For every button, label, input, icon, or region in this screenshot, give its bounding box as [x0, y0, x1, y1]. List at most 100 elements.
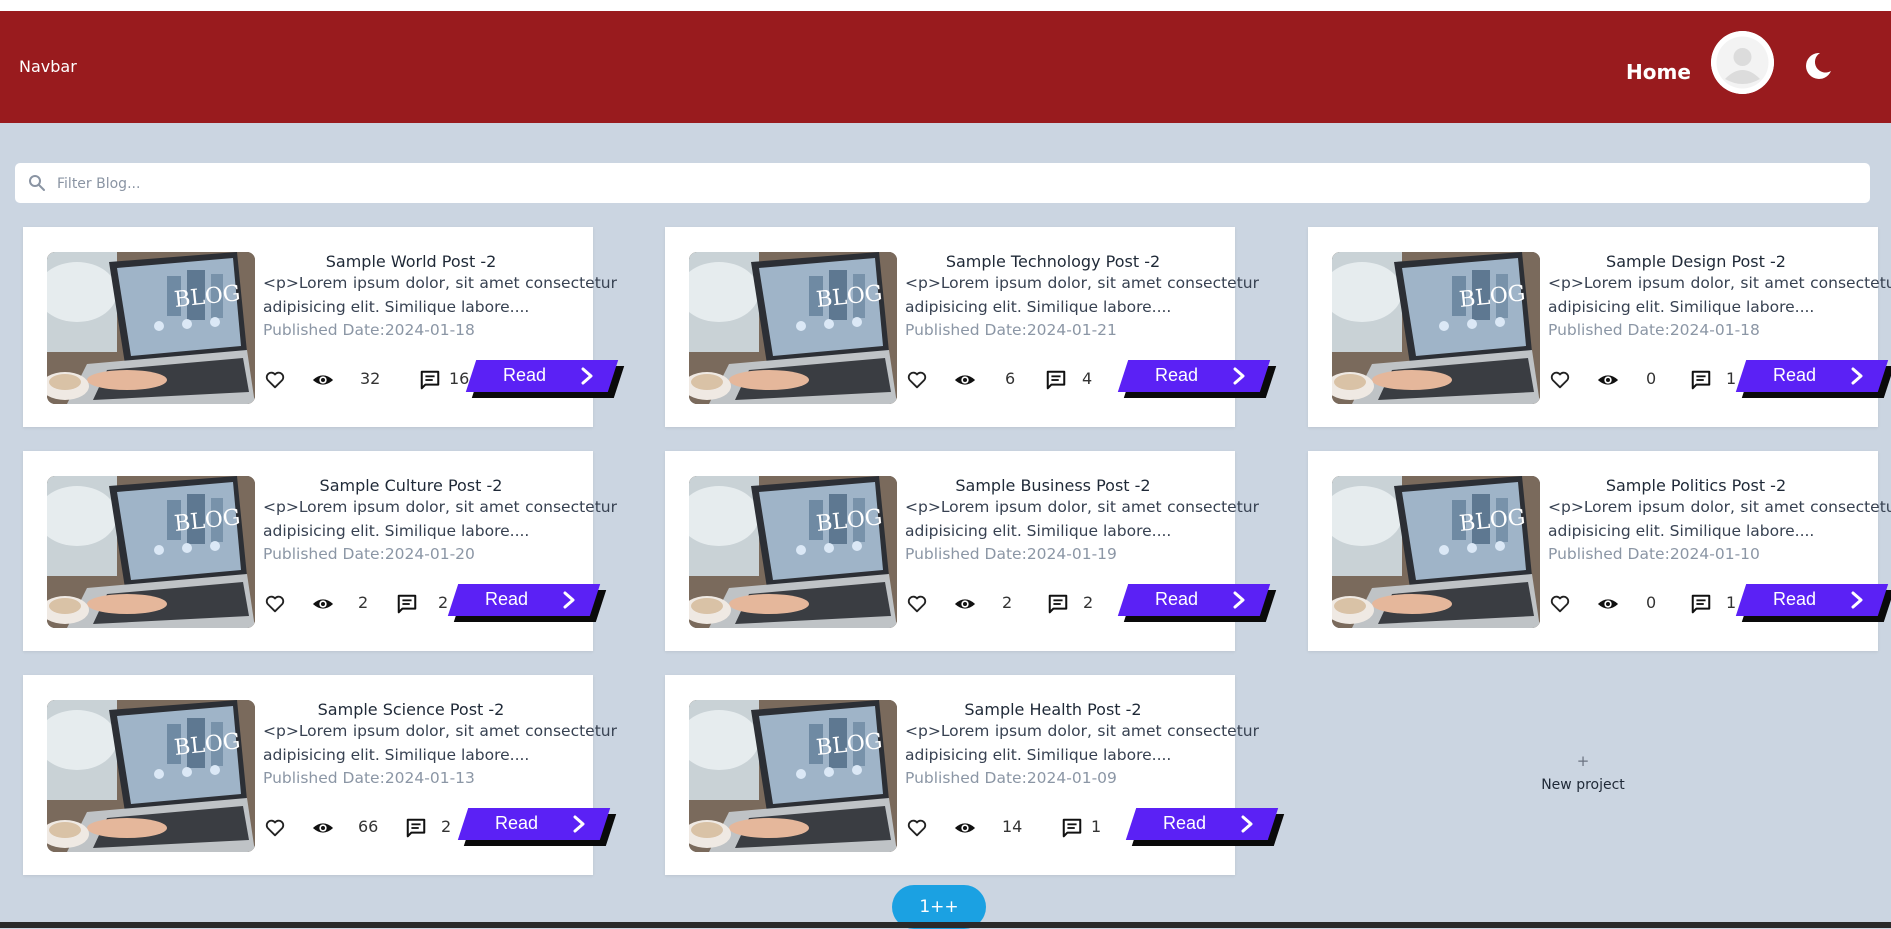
avatar-icon	[1711, 31, 1774, 94]
top-strip	[0, 0, 1891, 11]
eye-icon	[311, 817, 334, 839]
heart-icon[interactable]	[1549, 593, 1571, 615]
plus-icon: +	[1576, 752, 1590, 770]
eye-icon	[953, 369, 976, 391]
post-title[interactable]: Sample Business Post -2	[881, 476, 1225, 495]
comment-count: 1	[1091, 817, 1102, 836]
comment-icon[interactable]	[1045, 369, 1067, 391]
post-excerpt: <p>Lorem ipsum dolor, sit amet consectet…	[905, 498, 1259, 540]
eye-icon	[953, 817, 976, 839]
post-excerpt: <p>Lorem ipsum dolor, sit amet consectet…	[905, 722, 1259, 764]
navbar: Navbar Home	[0, 11, 1891, 123]
post-thumbnail[interactable]: BLOG	[1332, 476, 1540, 628]
post-excerpt: <p>Lorem ipsum dolor, sit amet consectet…	[263, 274, 617, 316]
comment-icon[interactable]	[1047, 593, 1069, 615]
read-button-label: Read	[495, 813, 539, 833]
new-project-card[interactable]: + New project	[1309, 675, 1857, 875]
eye-icon	[953, 593, 976, 615]
heart-icon[interactable]	[264, 817, 286, 839]
post-title[interactable]: Sample Design Post -2	[1524, 252, 1868, 271]
comment-count: 1	[1726, 593, 1737, 612]
search-input[interactable]	[55, 163, 1849, 205]
chevron-right-icon	[1231, 591, 1247, 609]
read-button[interactable]: Read	[457, 808, 617, 846]
read-button-label: Read	[1155, 589, 1199, 609]
eye-icon	[311, 593, 334, 615]
post-title[interactable]: Sample Science Post -2	[239, 700, 583, 719]
comment-icon[interactable]	[1061, 817, 1083, 839]
read-button-label: Read	[1773, 589, 1817, 609]
chevron-right-icon	[571, 815, 587, 833]
read-button[interactable]: Read	[1117, 584, 1277, 622]
post-title[interactable]: Sample Technology Post -2	[881, 252, 1225, 271]
chevron-right-icon	[579, 367, 595, 385]
post-date: Published Date:2024-01-18	[1548, 321, 1760, 339]
post-card: BLOG Sample Politics Post -2 <p>Lorem ipsu…	[1308, 451, 1891, 651]
comment-count: 4	[1082, 369, 1093, 388]
comment-count: 2	[441, 817, 452, 836]
post-card: BLOG Sample Health Post -2 <p>Lorem ipsum …	[665, 675, 1285, 875]
nav-home-link[interactable]: Home	[1626, 60, 1691, 84]
post-thumbnail[interactable]: BLOG	[1332, 252, 1540, 404]
post-excerpt: <p>Lorem ipsum dolor, sit amet consectet…	[1548, 498, 1891, 540]
post-card: BLOG Sample Business Post -2 <p>Lorem ipsu…	[665, 451, 1277, 651]
read-button[interactable]: Read	[1735, 360, 1891, 398]
comment-count: 1	[1726, 369, 1737, 388]
post-excerpt: <p>Lorem ipsum dolor, sit amet consectet…	[1548, 274, 1891, 316]
post-title[interactable]: Sample Health Post -2	[881, 700, 1225, 719]
post-thumbnail[interactable]: BLOG	[47, 700, 255, 852]
eye-icon	[1596, 369, 1619, 391]
comment-count: 16	[449, 369, 470, 388]
heart-icon[interactable]	[264, 593, 286, 615]
post-title[interactable]: Sample World Post -2	[239, 252, 583, 271]
bottom-bar	[0, 922, 1891, 928]
post-title[interactable]: Sample Culture Post -2	[239, 476, 583, 495]
post-date: Published Date:2024-01-10	[1548, 545, 1760, 563]
comment-icon[interactable]	[405, 817, 427, 839]
chevron-right-icon	[561, 591, 577, 609]
comment-icon[interactable]	[1690, 593, 1712, 615]
post-thumbnail[interactable]: BLOG	[689, 252, 897, 404]
post-thumbnail[interactable]: BLOG	[47, 476, 255, 628]
read-button[interactable]: Read	[447, 584, 607, 622]
heart-icon[interactable]	[906, 593, 928, 615]
post-thumbnail[interactable]: BLOG	[47, 252, 255, 404]
view-count: 0	[1646, 593, 1657, 612]
read-button-label: Read	[1773, 365, 1817, 385]
chevron-right-icon	[1239, 815, 1255, 833]
post-date: Published Date:2024-01-20	[263, 545, 475, 563]
comment-icon[interactable]	[419, 369, 441, 391]
post-thumbnail[interactable]: BLOG	[689, 700, 897, 852]
navbar-brand[interactable]: Navbar	[19, 57, 77, 76]
view-count: 2	[1002, 593, 1013, 612]
post-thumbnail[interactable]: BLOG	[689, 476, 897, 628]
comment-icon[interactable]	[1690, 369, 1712, 391]
eye-icon	[1596, 593, 1619, 615]
heart-icon[interactable]	[264, 369, 286, 391]
comment-count: 2	[1083, 593, 1094, 612]
view-count: 32	[360, 369, 381, 388]
view-count: 0	[1646, 369, 1657, 388]
avatar[interactable]	[1711, 31, 1774, 94]
chevron-right-icon	[1231, 367, 1247, 385]
post-date: Published Date:2024-01-18	[263, 321, 475, 339]
post-card: BLOG Sample Technology Post -2 <p>Lorem ip…	[665, 227, 1277, 427]
view-count: 2	[358, 593, 369, 612]
read-button[interactable]: Read	[1117, 360, 1277, 398]
read-button[interactable]: Read	[465, 360, 625, 398]
post-card: BLOG Sample Design Post -2 <p>Lorem ipsum …	[1308, 227, 1891, 427]
heart-icon[interactable]	[906, 817, 928, 839]
post-excerpt: <p>Lorem ipsum dolor, sit amet consectet…	[263, 498, 617, 540]
post-date: Published Date:2024-01-09	[905, 769, 1117, 787]
post-excerpt: <p>Lorem ipsum dolor, sit amet consectet…	[905, 274, 1259, 316]
post-title[interactable]: Sample Politics Post -2	[1524, 476, 1868, 495]
heart-icon[interactable]	[1549, 369, 1571, 391]
read-button-label: Read	[1155, 365, 1199, 385]
comment-icon[interactable]	[396, 593, 418, 615]
read-button[interactable]: Read	[1125, 808, 1285, 846]
search-bar	[15, 163, 1870, 205]
view-count: 66	[358, 817, 379, 836]
heart-icon[interactable]	[906, 369, 928, 391]
read-button[interactable]: Read	[1735, 584, 1891, 622]
moon-icon[interactable]	[1800, 49, 1834, 83]
